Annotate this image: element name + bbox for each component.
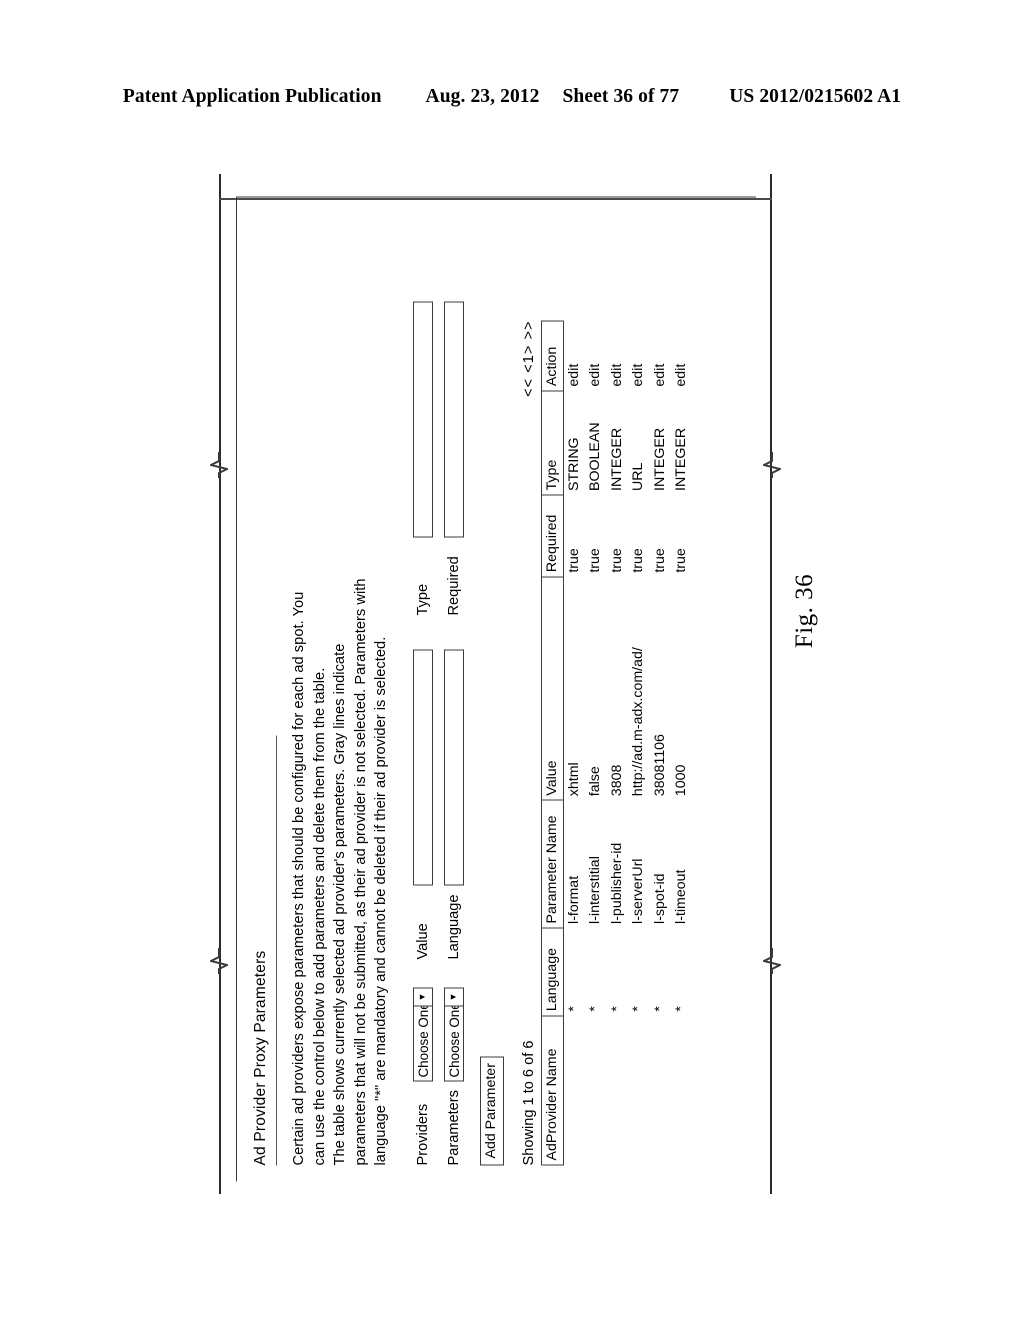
- cell-value: false: [587, 765, 604, 796]
- cell-adprovider-name: [607, 1015, 629, 1164]
- edit-link[interactable]: edit: [563, 321, 585, 391]
- providers-select-value: Choose One: [415, 1006, 431, 1077]
- patent-page-header: Patent Application Publication Aug. 23, …: [0, 86, 1024, 108]
- cell-language: *: [587, 1005, 604, 1012]
- column-header-required[interactable]: Required: [541, 494, 564, 577]
- column-header-parameter-name[interactable]: Parameter Name: [541, 799, 564, 928]
- panel-description: Certain ad providers expose parameters t…: [291, 577, 390, 1165]
- edit-link[interactable]: edit: [585, 321, 607, 391]
- table-meta-row: Showing 1 to 6 of 6 << <1> >>: [520, 320, 538, 1165]
- table-row: * l-format xhtml true STRING edit: [563, 321, 585, 1165]
- cell-parameter-name: l-spot-id: [651, 872, 668, 924]
- required-label: Required: [445, 555, 462, 615]
- parameters-label: Parameters: [445, 1089, 462, 1165]
- cell-parameter-name: l-serverUrl: [630, 858, 647, 924]
- parameters-row: Parameters Choose One ▼ Language Require…: [443, 197, 465, 1165]
- figure-caption: Fig. 36: [791, 573, 818, 649]
- parameters-table: AdProvider Name Language Parameter Name …: [541, 320, 693, 1165]
- cell-required: true: [587, 547, 604, 573]
- cell-value: 38081106: [651, 733, 668, 796]
- value-label: Value: [414, 922, 431, 959]
- table-row: * l-serverUrl http://ad.m-adx.com/ad/ tr…: [628, 321, 650, 1165]
- parameters-select-value: Choose One: [446, 1006, 462, 1077]
- cell-parameter-name: l-timeout: [673, 869, 690, 924]
- providers-row: Providers Choose One ▼ Value Type: [412, 197, 434, 1165]
- cell-adprovider-name: [650, 1015, 672, 1164]
- required-input[interactable]: [443, 301, 464, 537]
- cell-type: INTEGER: [673, 427, 690, 491]
- pagination-control[interactable]: << <1> >>: [520, 320, 538, 396]
- cell-language: *: [565, 1005, 582, 1012]
- rotated-screenshot-wrapper: Ad Provider Proxy Parameters Certain ad …: [236, 196, 756, 1181]
- edit-link[interactable]: edit: [671, 321, 693, 391]
- cell-language: *: [651, 1005, 668, 1012]
- publication-date: Aug. 23, 2012: [425, 86, 540, 107]
- parameter-entry-form: Providers Choose One ▼ Value Type Parame…: [412, 197, 504, 1165]
- sheet-number: Sheet 36 of 77: [562, 86, 680, 107]
- cell-value: xhtml: [565, 761, 582, 796]
- table-row: * l-spot-id 38081106 true INTEGER edit: [650, 321, 672, 1165]
- language-label: Language: [445, 894, 462, 959]
- cell-required: true: [651, 547, 668, 573]
- frame-break-mark-icon: [210, 948, 228, 974]
- table-row: * l-publisher-id 3808 true INTEGER edit: [607, 321, 629, 1165]
- title-divider: [276, 735, 277, 1165]
- edit-link[interactable]: edit: [607, 321, 629, 391]
- chevron-down-icon: ▼: [413, 988, 432, 1006]
- cell-required: true: [565, 547, 582, 573]
- cell-parameter-name: l-publisher-id: [608, 842, 625, 924]
- value-input[interactable]: [412, 649, 433, 885]
- cell-required: true: [673, 547, 690, 573]
- column-header-value[interactable]: Value: [541, 576, 564, 800]
- publication-label: Patent Application Publication: [122, 86, 382, 107]
- cell-language: *: [673, 1005, 690, 1012]
- frame-break-mark-icon: [210, 452, 228, 478]
- add-parameter-button[interactable]: Add Parameter: [479, 1055, 504, 1165]
- cell-required: true: [608, 547, 625, 573]
- cell-value: 1000: [673, 764, 690, 796]
- table-row: * l-timeout 1000 true INTEGER edit: [671, 321, 693, 1165]
- column-header-language[interactable]: Language: [541, 927, 564, 1016]
- edit-link[interactable]: edit: [650, 321, 672, 391]
- cell-type: URL: [630, 462, 647, 491]
- column-header-action[interactable]: Action: [541, 320, 564, 391]
- cell-type: BOOLEAN: [587, 421, 604, 491]
- cell-adprovider-name: [628, 1015, 650, 1164]
- table-header-row: AdProvider Name Language Parameter Name …: [541, 320, 564, 1165]
- cell-type: INTEGER: [608, 427, 625, 491]
- cell-required: true: [630, 547, 647, 573]
- frame-break-mark-icon: [763, 452, 781, 478]
- providers-select[interactable]: Choose One ▼: [412, 987, 433, 1081]
- cell-adprovider-name: [585, 1015, 607, 1164]
- cell-parameter-name: l-format: [565, 875, 582, 924]
- cell-type: INTEGER: [651, 427, 668, 491]
- cell-adprovider-name: [671, 1015, 693, 1164]
- ad-provider-proxy-parameters-panel: Ad Provider Proxy Parameters Certain ad …: [236, 196, 756, 1181]
- cell-language: *: [630, 1005, 647, 1012]
- patent-number: US 2012/0215602 A1: [729, 86, 902, 107]
- frame-break-mark-icon: [763, 948, 781, 974]
- showing-count-label: Showing 1 to 6 of 6: [520, 1040, 537, 1165]
- type-input[interactable]: [412, 301, 433, 537]
- type-label: Type: [414, 583, 431, 615]
- table-row: * l-interstitial false true BOOLEAN edit: [585, 321, 607, 1165]
- edit-link[interactable]: edit: [628, 321, 650, 391]
- language-input[interactable]: [443, 649, 464, 885]
- cell-parameter-name: l-interstitial: [587, 855, 604, 924]
- cell-adprovider-name: [563, 1015, 585, 1164]
- cell-type: STRING: [565, 436, 582, 491]
- cell-language: *: [608, 1005, 625, 1012]
- column-header-type[interactable]: Type: [541, 390, 564, 495]
- cell-value: 3808: [608, 764, 625, 796]
- column-header-adprovider-name[interactable]: AdProvider Name: [541, 1015, 564, 1165]
- cell-value: http://ad.m-adx.com/ad/: [630, 646, 647, 796]
- parameters-select[interactable]: Choose One ▼: [443, 987, 464, 1081]
- page-title: Ad Provider Proxy Parameters: [252, 950, 269, 1165]
- providers-label: Providers: [414, 1103, 431, 1165]
- chevron-down-icon: ▼: [444, 988, 463, 1006]
